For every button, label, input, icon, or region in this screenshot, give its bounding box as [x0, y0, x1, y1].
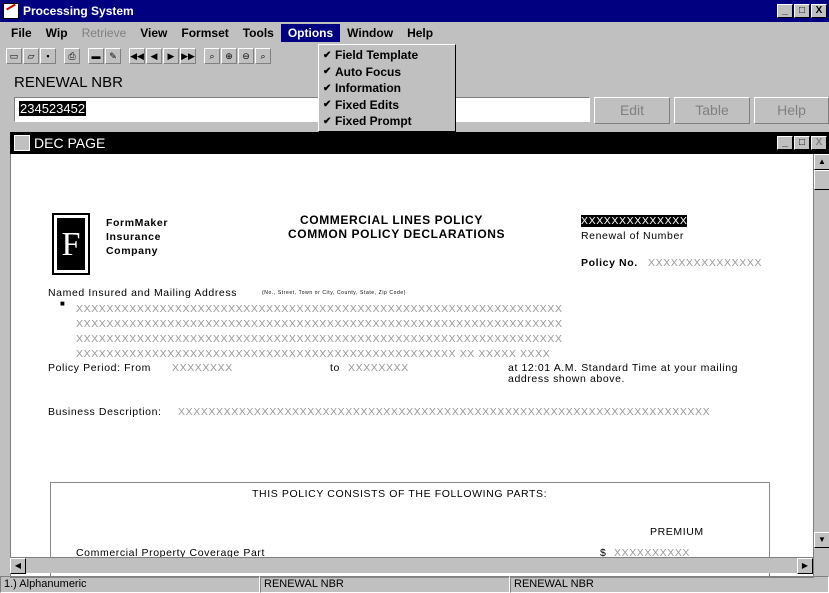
business-description-label: Business Description: [48, 406, 162, 418]
policy-number-value: XXXXXXXXXXXXXXX [648, 257, 763, 269]
check-icon: ✔ [323, 82, 332, 94]
menu-item-fixed-prompt[interactable]: ✔ Fixed Prompt [319, 113, 455, 130]
document-title-bar: DEC PAGE _ □ X [10, 132, 829, 154]
document-title: DEC PAGE [34, 135, 106, 151]
minimize-button[interactable]: _ [777, 4, 793, 18]
menu-item-field-template[interactable]: ✔ Field Template [319, 47, 455, 64]
prev-page-icon[interactable]: ◀ [146, 48, 162, 64]
menu-file[interactable]: File [4, 24, 39, 42]
status-field-name-2: RENEWAL NBR [510, 576, 829, 593]
print-icon[interactable]: ⎙ [64, 48, 80, 64]
vertical-scrollbar[interactable]: ▲ ▼ [813, 154, 829, 578]
company-name-line1: FormMaker [106, 217, 169, 229]
menu-options[interactable]: Options [280, 24, 341, 42]
check-icon: ✔ [323, 99, 332, 111]
doc-maximize-button[interactable]: □ [794, 136, 810, 150]
premium-header: PREMIUM [650, 526, 704, 538]
menu-retrieve[interactable]: Retrieve [75, 24, 134, 42]
horizontal-scrollbar[interactable]: ◀ ▶ [10, 557, 813, 574]
company-name-line2: Insurance [106, 231, 162, 243]
parts-heading: THIS POLICY CONSISTS OF THE FOLLOWING PA… [252, 488, 548, 500]
company-logo: F [52, 213, 90, 275]
address-line-1: XXXXXXXXXXXXXXXXXXXXXXXXXXXXXXXXXXXXXXXX… [76, 303, 563, 315]
part-1-premium: XXXXXXXXXX [614, 547, 691, 557]
app-title: Processing System [23, 4, 134, 18]
heading-line2: COMMON POLICY DECLARATIONS [288, 227, 506, 241]
menu-wip[interactable]: Wip [39, 24, 75, 42]
bullet-icon: ■ [60, 299, 66, 308]
heading-line1: COMMERCIAL LINES POLICY [300, 213, 483, 227]
open-icon[interactable]: ▱ [23, 48, 39, 64]
check-icon: ✔ [323, 49, 332, 61]
scroll-right-icon[interactable]: ▶ [797, 558, 813, 574]
first-page-icon[interactable]: ◀◀ [129, 48, 145, 64]
policy-period-to-label: to [330, 362, 340, 374]
named-insured-label: Named Insured and Mailing Address [48, 287, 238, 299]
menu-help[interactable]: Help [400, 24, 440, 42]
scroll-down-icon[interactable]: ▼ [814, 532, 829, 548]
check-icon: ✔ [323, 66, 332, 78]
app-title-bar: Processing System _ □ X [0, 0, 829, 22]
policy-period-label: Policy Period: From [48, 362, 152, 374]
company-name-line3: Company [106, 245, 159, 257]
scroll-up-icon[interactable]: ▲ [814, 154, 829, 170]
menu-item-information[interactable]: ✔ Information [319, 80, 455, 97]
table-button[interactable]: Table [674, 97, 750, 124]
policy-period-from: XXXXXXXX [172, 362, 233, 374]
renewal-number-label: Renewal of Number [581, 230, 684, 242]
menu-tools[interactable]: Tools [236, 24, 281, 42]
menu-view[interactable]: View [133, 24, 174, 42]
doc-close-button[interactable]: X [811, 136, 827, 150]
options-menu: ✔ Field Template ✔ Auto Focus ✔ Information… [318, 44, 456, 132]
scroll-left-icon[interactable]: ◀ [10, 558, 26, 574]
maximize-button[interactable]: □ [794, 4, 810, 18]
status-field-type: 1.) Alphanumeric [0, 576, 260, 593]
zoom-in-icon[interactable]: ⊕ [221, 48, 237, 64]
next-page-icon[interactable]: ▶ [163, 48, 179, 64]
menu-formset[interactable]: Formset [174, 24, 235, 42]
new-icon[interactable]: ▭ [6, 48, 22, 64]
edit-button[interactable]: Edit [594, 97, 670, 124]
zoom-icon[interactable]: ⌕ [204, 48, 220, 64]
last-page-icon[interactable]: ▶▶ [180, 48, 196, 64]
policy-number-label: Policy No. [581, 257, 638, 269]
address-line-3: XXXXXXXXXXXXXXXXXXXXXXXXXXXXXXXXXXXXXXXX… [76, 333, 563, 345]
part-1-currency: $ [600, 547, 607, 557]
address-line-2: XXXXXXXXXXXXXXXXXXXXXXXXXXXXXXXXXXXXXXXX… [76, 318, 563, 330]
menu-bar: File Wip Retrieve View Formset Tools Opt… [0, 22, 829, 44]
save-icon[interactable]: ▪ [40, 48, 56, 64]
renewal-number-input[interactable]: 234523452 [14, 97, 590, 122]
address-line-4: XXXXXXXXXXXXXXXXXXXXXXXXXXXXXXXXXXXXXXXX… [76, 348, 551, 360]
menu-item-fixed-edits[interactable]: ✔ Fixed Edits [319, 97, 455, 114]
app-icon [3, 3, 19, 19]
check-icon: ✔ [323, 115, 332, 127]
help-button[interactable]: Help [754, 97, 829, 124]
business-description-value: XXXXXXXXXXXXXXXXXXXXXXXXXXXXXXXXXXXXXXXX… [178, 406, 711, 418]
pencil-icon[interactable]: ✎ [105, 48, 121, 64]
field-label: RENEWAL NBR [14, 74, 123, 91]
menu-window[interactable]: Window [340, 24, 400, 42]
renewal-number-value: XXXXXXXXXXXXXX [581, 215, 688, 227]
zoom-fit-icon[interactable]: ⌕ [255, 48, 271, 64]
document-icon [14, 135, 30, 151]
zoom-out-icon[interactable]: ⊖ [238, 48, 254, 64]
policy-period-to: XXXXXXXX [348, 362, 409, 374]
close-button[interactable]: X [811, 4, 827, 18]
field-value: 234523452 [19, 101, 87, 116]
scroll-thumb[interactable] [814, 170, 829, 190]
status-bar: 1.) Alphanumeric RENEWAL NBR RENEWAL NBR [0, 576, 829, 593]
doc-minimize-button[interactable]: _ [777, 136, 793, 150]
named-insured-note: (No., Street, Town or City, County, Stat… [262, 290, 407, 296]
part-1-label: Commercial Property Coverage Part [76, 547, 266, 557]
status-field-name: RENEWAL NBR [260, 576, 510, 593]
menu-item-auto-focus[interactable]: ✔ Auto Focus [319, 64, 455, 81]
time-text-line2: address shown above. [508, 373, 626, 385]
edit-icon[interactable]: ▬ [88, 48, 104, 64]
